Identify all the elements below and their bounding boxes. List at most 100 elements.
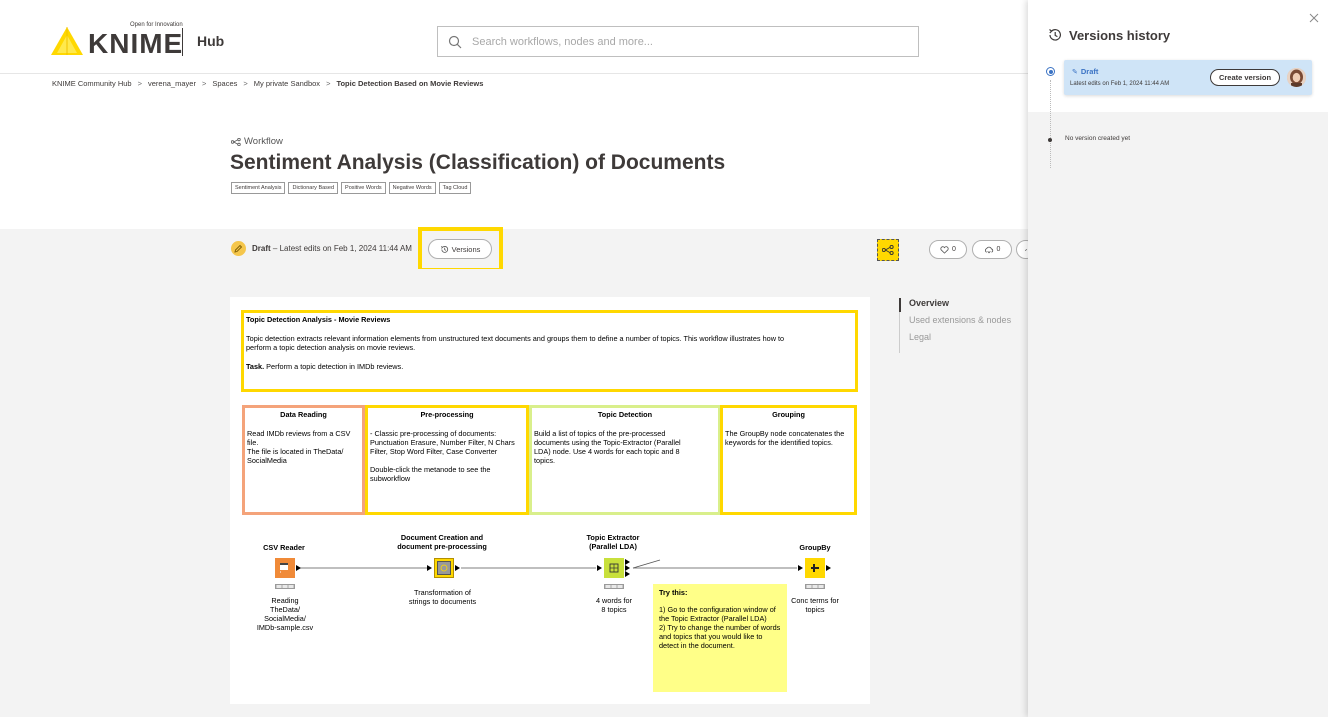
node-title: GroupBy bbox=[799, 543, 831, 552]
draft-status: Draft – Latest edits on Feb 1, 2024 11:4… bbox=[252, 244, 412, 253]
timeline-dot bbox=[1048, 138, 1052, 142]
sticky-text: 1) Go to the configuration window of the… bbox=[659, 605, 781, 650]
draft-label: Draft bbox=[252, 244, 271, 253]
breadcrumb-item-spaces[interactable]: Spaces bbox=[212, 79, 237, 88]
section-text: The GroupBy node concatenates the keywor… bbox=[725, 429, 845, 447]
breadcrumb-separator: > bbox=[201, 79, 207, 88]
section-data-reading: Data Reading Read IMDb reviews from a CS… bbox=[242, 405, 365, 515]
output-port[interactable] bbox=[625, 571, 630, 577]
breadcrumb: KNIME Community Hub > verena_mayer > Spa… bbox=[52, 79, 483, 88]
versions-history-panel bbox=[1028, 0, 1328, 717]
nav-item-overview[interactable]: Overview bbox=[899, 298, 1011, 308]
sticky-heading: Try this: bbox=[659, 588, 688, 597]
node-title: Topic Extractor (Parallel LDA) bbox=[586, 533, 640, 551]
pencil-icon: ✎ bbox=[1072, 69, 1078, 76]
panel-header-area bbox=[1028, 0, 1328, 112]
panel-title: Versions history bbox=[1069, 28, 1171, 43]
breadcrumb-separator: > bbox=[326, 79, 331, 88]
workflow-icon bbox=[231, 137, 241, 146]
output-port[interactable] bbox=[296, 565, 301, 571]
avatar[interactable] bbox=[1287, 68, 1306, 87]
download-button[interactable]: 0 bbox=[972, 240, 1012, 259]
history-icon bbox=[1049, 29, 1061, 41]
logo-tagline: Open for Innovation bbox=[130, 22, 183, 28]
output-port[interactable] bbox=[455, 565, 460, 571]
nav-item-legal[interactable]: Legal bbox=[899, 332, 1011, 342]
search-icon bbox=[448, 35, 462, 48]
tag[interactable]: Positive Words bbox=[341, 182, 386, 194]
breadcrumb-item-current: Topic Detection Based on Movie Reviews bbox=[336, 79, 484, 88]
input-port[interactable] bbox=[798, 565, 803, 571]
knime-triangle-icon bbox=[51, 27, 83, 55]
section-topic-detection: Topic Detection Build a list of topics o… bbox=[529, 405, 721, 515]
tag[interactable]: Dictionary Based bbox=[288, 182, 339, 194]
intro-body: Topic detection extracts relevant inform… bbox=[246, 334, 785, 352]
like-button[interactable]: 0 bbox=[929, 240, 967, 259]
versions-button[interactable]: Versions bbox=[428, 239, 492, 259]
page-section-nav: Overview Used extensions & nodes Legal bbox=[899, 298, 1011, 353]
breadcrumb-item-hub[interactable]: KNIME Community Hub bbox=[52, 79, 132, 88]
tag[interactable]: Negative Words bbox=[388, 182, 436, 194]
task-text: Perform a topic detection in IMDb review… bbox=[264, 362, 404, 371]
node-status-indicator bbox=[805, 584, 825, 589]
cloud-download-icon bbox=[984, 246, 993, 253]
header-divider bbox=[182, 28, 183, 56]
table-icon bbox=[280, 563, 288, 573]
breadcrumb-item-user[interactable]: verena_mayer bbox=[148, 79, 196, 88]
nav-active-indicator bbox=[899, 298, 901, 312]
node-status-indicator bbox=[275, 584, 295, 589]
page-title: Sentiment Analysis (Classification) of D… bbox=[230, 151, 726, 174]
workflow-icon bbox=[882, 245, 894, 255]
intro-annotation: Topic Detection Analysis - Movie Reviews… bbox=[241, 310, 858, 392]
knime-logo[interactable]: Open for Innovation KNIME bbox=[50, 22, 183, 58]
topic-icon bbox=[609, 563, 619, 573]
version-bar bbox=[0, 229, 1028, 269]
top-header: Open for Innovation KNIME Hub bbox=[0, 0, 1028, 74]
input-port[interactable] bbox=[597, 565, 602, 571]
csv-reader-node[interactable] bbox=[275, 558, 295, 578]
tag[interactable]: Sentiment Analysis bbox=[231, 182, 286, 194]
search-input[interactable] bbox=[470, 34, 870, 49]
search-box[interactable] bbox=[437, 26, 919, 57]
workflow-type: Workflow bbox=[231, 136, 283, 147]
create-version-button[interactable]: Create version bbox=[1210, 69, 1280, 86]
nav-item-extensions[interactable]: Used extensions & nodes bbox=[899, 315, 1011, 325]
open-in-knime-button[interactable] bbox=[877, 239, 899, 261]
timeline-line bbox=[1050, 80, 1051, 168]
node-caption: Transformation of strings to documents bbox=[408, 588, 477, 606]
close-icon[interactable] bbox=[1308, 12, 1320, 24]
node-status-indicator bbox=[604, 584, 624, 589]
draft-card-title: ✎ Draft bbox=[1072, 67, 1098, 76]
draft-version-card[interactable]: ✎ Draft Latest edits on Feb 1, 2024 11:44… bbox=[1064, 60, 1312, 95]
breadcrumb-item-space[interactable]: My private Sandbox bbox=[254, 79, 320, 88]
section-heading: Pre-processing bbox=[420, 410, 474, 419]
section-heading: Topic Detection bbox=[597, 410, 653, 419]
like-count: 0 bbox=[952, 246, 956, 253]
draft-card-meta: Latest edits on Feb 1, 2024 11:44 AM bbox=[1070, 81, 1170, 87]
draft-pencil-icon bbox=[231, 241, 246, 256]
draft-radio[interactable] bbox=[1046, 67, 1055, 76]
node-caption: Reading TheData/ SocialMedia/ IMDb-sampl… bbox=[256, 596, 314, 632]
metanode-icon bbox=[437, 561, 451, 575]
draft-meta: – Latest edits on Feb 1, 2024 11:44 AM bbox=[272, 244, 412, 253]
breadcrumb-separator: > bbox=[137, 79, 142, 88]
output-port[interactable] bbox=[826, 565, 831, 571]
intro-heading: Topic Detection Analysis - Movie Reviews bbox=[246, 315, 391, 324]
groupby-icon bbox=[811, 564, 819, 572]
try-this-annotation: Try this: 1) Go to the configuration win… bbox=[653, 584, 787, 692]
section-heading: Data Reading bbox=[280, 410, 327, 419]
workflow-type-label: Workflow bbox=[244, 136, 283, 147]
hub-label[interactable]: Hub bbox=[197, 33, 224, 49]
input-port[interactable] bbox=[427, 565, 432, 571]
metanode[interactable] bbox=[434, 558, 454, 578]
section-preprocessing: Pre-processing - Classic pre-processing … bbox=[365, 405, 529, 515]
tag[interactable]: Tag Cloud bbox=[438, 182, 472, 194]
section-text: Read IMDb reviews from a CSV file. The f… bbox=[247, 429, 351, 465]
section-grouping: Grouping The GroupBy node concatenates t… bbox=[720, 405, 857, 515]
groupby-node[interactable] bbox=[805, 558, 825, 578]
section-text: - Classic pre-processing of documents: P… bbox=[370, 429, 515, 483]
node-caption: 4 words for 8 topics bbox=[595, 596, 633, 614]
node-title: CSV Reader bbox=[263, 543, 305, 552]
heart-icon bbox=[940, 245, 949, 254]
topic-extractor-node[interactable] bbox=[604, 558, 624, 578]
